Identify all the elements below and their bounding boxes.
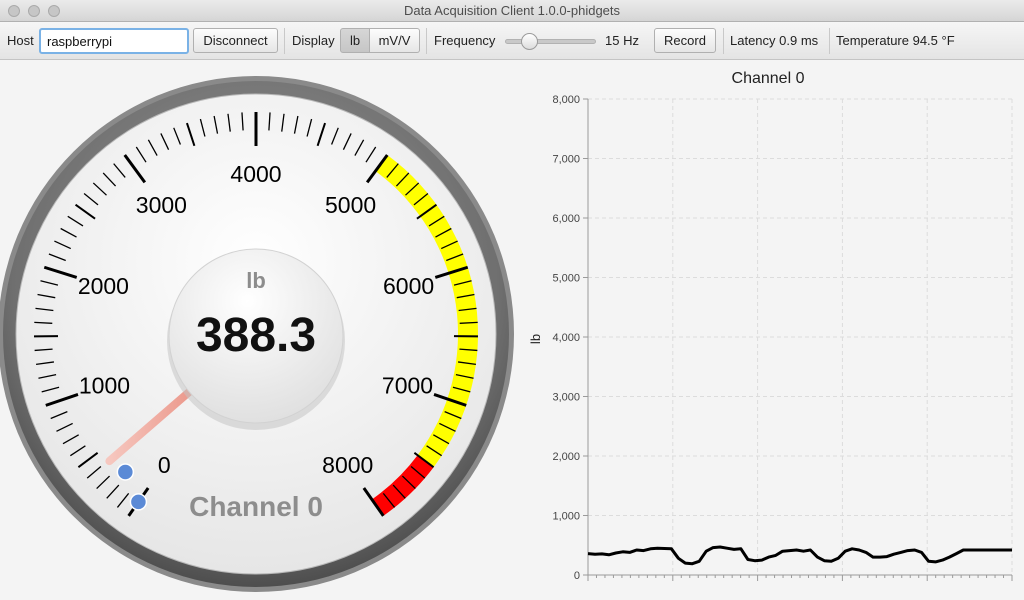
gauge-scale-label: 0 [158, 452, 171, 478]
display-option-mvv[interactable]: mV/V [370, 28, 420, 53]
host-label: Host [7, 33, 34, 48]
frequency-slider-track[interactable] [505, 39, 596, 44]
y-tick-label: 3,000 [552, 392, 580, 404]
app-window: Data Acquisition Client 1.0.0-phidgets H… [0, 0, 1024, 600]
gauge: 0 1000 2000 3000 4000 5000 6000 7000 8000 lb 388… [0, 76, 514, 592]
title-bar: Data Acquisition Client 1.0.0-phidgets [0, 0, 1024, 22]
gauge-min-marker [129, 493, 148, 511]
y-tick-label: 4,000 [552, 332, 580, 344]
temperature-status: Temperature 94.5 °F [836, 33, 955, 48]
x-axis-ticks [587, 575, 1013, 581]
y-axis-ticks: 0 1,000 2,000 3,000 4,000 5,000 6,000 7,000 8,00… [552, 94, 588, 582]
y-tick-label: 8,000 [552, 94, 580, 106]
toolbar-separator [829, 28, 830, 54]
chart-grid [588, 98, 1013, 575]
frequency-slider-thumb[interactable] [521, 33, 538, 50]
gauge-scale-label: 5000 [325, 192, 376, 218]
gauge-scale-label: 4000 [230, 161, 281, 187]
y-tick-label: 2,000 [552, 451, 580, 463]
y-tick-label: 1,000 [552, 511, 580, 523]
window-title: Data Acquisition Client 1.0.0-phidgets [403, 3, 621, 18]
gauge-scale-label: 8000 [322, 452, 373, 478]
y-tick-label: 6,000 [552, 213, 580, 225]
chart: Channel 0 lb 0 1,000 2,000 3,000 4,000 5,000 6… [528, 70, 1013, 582]
y-tick-label: 7,000 [552, 154, 580, 166]
chart-title: Channel 0 [732, 70, 805, 87]
gauge-peak-marker [116, 463, 135, 481]
frequency-value: 15 Hz [605, 33, 639, 48]
gauge-unit: lb [246, 268, 266, 293]
gauge-scale-label: 6000 [383, 273, 434, 299]
host-input[interactable] [39, 28, 189, 54]
display-option-lb[interactable]: lb [340, 28, 370, 53]
gauge-scale-label: 7000 [382, 372, 433, 398]
gauge-scale-label: 2000 [78, 273, 129, 299]
gauge-value: 388.3 [196, 309, 316, 362]
series-line [587, 545, 1012, 566]
display-label: Display [292, 33, 335, 48]
gauge-scale-label: 3000 [136, 192, 187, 218]
toolbar: Host Disconnect Display lb mV/V Frequenc… [0, 22, 1024, 60]
disconnect-button[interactable]: Disconnect [193, 28, 278, 53]
latency-status: Latency 0.9 ms [730, 33, 819, 48]
toolbar-separator [723, 28, 724, 54]
y-tick-label: 5,000 [552, 273, 580, 285]
gauge-title: Channel 0 [189, 491, 323, 522]
frequency-label: Frequency [434, 33, 496, 48]
toolbar-separator [284, 28, 285, 54]
y-axis-label: lb [528, 334, 543, 344]
record-button[interactable]: Record [654, 28, 716, 53]
toolbar-separator [426, 28, 427, 54]
y-tick-label: 0 [574, 570, 580, 582]
gauge-scale-label: 1000 [79, 372, 130, 398]
